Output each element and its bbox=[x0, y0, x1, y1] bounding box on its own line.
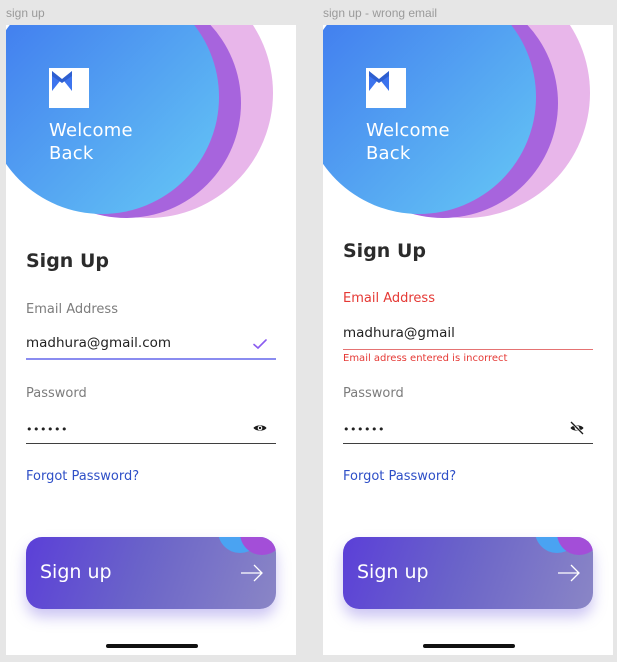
page-title: Sign Up bbox=[343, 240, 426, 262]
welcome-text: Welcome Back bbox=[366, 119, 450, 165]
welcome-line-2: Back bbox=[49, 143, 94, 164]
sign-up-button-label: Sign up bbox=[40, 561, 112, 583]
logo-mark-icon bbox=[369, 71, 389, 91]
app-logo bbox=[49, 68, 89, 108]
home-indicator bbox=[106, 644, 198, 648]
eye-icon[interactable] bbox=[252, 420, 268, 436]
welcome-line-1: Welcome bbox=[366, 120, 450, 141]
email-field[interactable]: madhura@gmail bbox=[343, 320, 593, 350]
check-icon bbox=[253, 339, 267, 350]
password-label: Password bbox=[343, 386, 404, 401]
frame-label-wrong-email: sign up - wrong email bbox=[323, 6, 438, 20]
sign-up-button[interactable]: Sign up bbox=[26, 537, 276, 609]
sign-up-button[interactable]: Sign up bbox=[343, 537, 593, 609]
email-label: Email Address bbox=[26, 302, 118, 317]
password-field[interactable]: •••••• bbox=[343, 414, 593, 444]
password-value: •••••• bbox=[343, 423, 385, 436]
sign-up-button-label: Sign up bbox=[357, 561, 429, 583]
frame-label-sign-up: sign up bbox=[6, 6, 45, 20]
email-value: madhura@gmail bbox=[343, 325, 455, 341]
password-value: •••••• bbox=[26, 423, 68, 436]
forgot-password-link[interactable]: Forgot Password? bbox=[343, 469, 456, 484]
sign-up-screen: Welcome Back Sign Up Email Address madhu… bbox=[6, 25, 296, 655]
arrow-right-icon bbox=[558, 564, 580, 582]
forgot-password-link[interactable]: Forgot Password? bbox=[26, 469, 139, 484]
arrow-right-icon bbox=[241, 564, 263, 582]
eye-off-icon[interactable] bbox=[569, 420, 585, 436]
sign-up-wrong-email-screen: Welcome Back Sign Up Email Address madhu… bbox=[323, 25, 613, 655]
email-error-message: Email adress entered is incorrect bbox=[343, 353, 508, 364]
welcome-line-2: Back bbox=[366, 143, 411, 164]
welcome-line-1: Welcome bbox=[49, 120, 133, 141]
hero-header: Welcome Back bbox=[323, 25, 613, 265]
password-label: Password bbox=[26, 386, 87, 401]
welcome-text: Welcome Back bbox=[49, 119, 133, 165]
logo-mark-icon bbox=[52, 71, 72, 91]
home-indicator bbox=[423, 644, 515, 648]
page-title: Sign Up bbox=[26, 250, 109, 272]
email-label: Email Address bbox=[343, 291, 435, 306]
button-corner-decoration bbox=[535, 537, 593, 555]
email-value: madhura@gmail.com bbox=[26, 335, 172, 351]
hero-header: Welcome Back bbox=[6, 25, 296, 265]
password-field[interactable]: •••••• bbox=[26, 414, 276, 444]
button-corner-decoration bbox=[218, 537, 276, 555]
app-logo bbox=[366, 68, 406, 108]
email-field[interactable]: madhura@gmail.com bbox=[26, 330, 276, 360]
